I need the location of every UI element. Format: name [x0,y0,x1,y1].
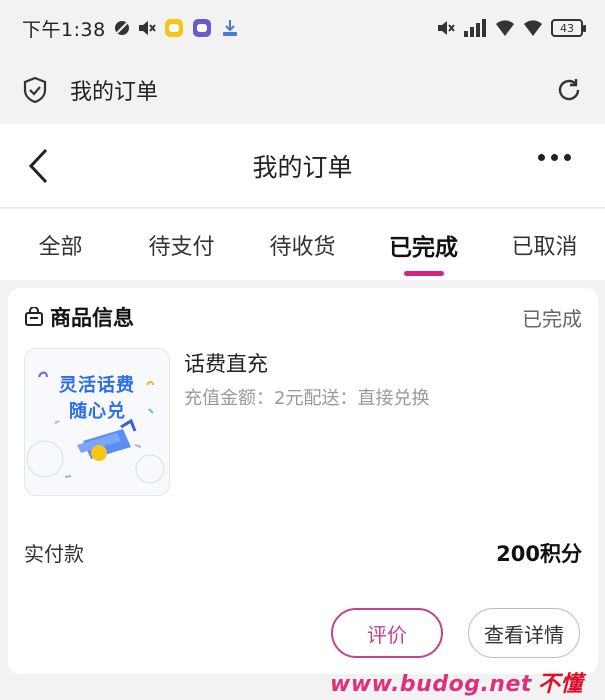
browser-title: 我的订单 [70,80,159,105]
product-image-text-line2: 随心兑 [69,401,126,422]
refresh-icon[interactable] [555,76,583,104]
section-title: 商品信息 [50,306,134,330]
wifi-icon [495,19,515,37]
shield-icon[interactable] [22,76,48,104]
status-bar: 下午1:38 43 [0,0,605,56]
hd-mute-icon [437,20,455,36]
do-not-disturb-icon [114,20,130,36]
tab-pending-payment[interactable]: 待支付 [121,209,242,280]
wifi-secondary-icon [523,19,543,37]
product-spec: 充值金额：2元配送：直接兑换 [184,388,430,409]
chat-notification-icon [192,18,212,38]
tab-cancelled[interactable]: 已取消 [484,209,605,280]
status-time: 下午1:38 [22,18,106,41]
page-header: 我的订单 [0,124,605,208]
shopping-bag-icon [24,307,44,327]
paid-label: 实付款 [24,542,84,566]
product-image-text-line1: 灵活话费 [59,375,135,396]
order-card-header: 商品信息 已完成 [24,302,582,332]
browser-bar: 我的订单 [0,56,605,124]
page-title: 我的订单 [252,152,353,182]
battery-icon: 43 [551,19,586,37]
tab-all[interactable]: 全部 [0,209,121,280]
order-status-tabs: 全部 待支付 待收货 已完成 已取消 [0,209,605,280]
download-notification-icon [220,18,240,38]
watermark: www.budog.net不懂社区 [330,666,605,700]
status-notification-icons [114,18,240,38]
order-card[interactable]: 商品信息 已完成 灵活话费 随心兑 话费直充 充值金额：2元配送：直接兑换 实付… [8,288,598,674]
mute-icon [138,20,156,36]
review-button[interactable]: 评价 [331,608,443,658]
product-image[interactable]: 灵活话费 随心兑 [24,348,170,496]
back-arrow-icon[interactable] [26,146,52,186]
paid-value: 200积分 [496,542,582,566]
app-notification-icon [164,18,184,38]
tab-completed[interactable]: 已完成 [363,209,484,280]
order-status: 已完成 [522,306,582,331]
signal-icon [463,19,487,37]
watermark-url: www.budog.net [330,672,532,697]
status-system-icons: 43 [437,19,586,37]
more-options-icon[interactable] [538,154,571,161]
product-name: 话费直充 [184,352,268,376]
tab-pending-delivery[interactable]: 待收货 [242,209,363,280]
view-details-button[interactable]: 查看详情 [468,608,580,658]
